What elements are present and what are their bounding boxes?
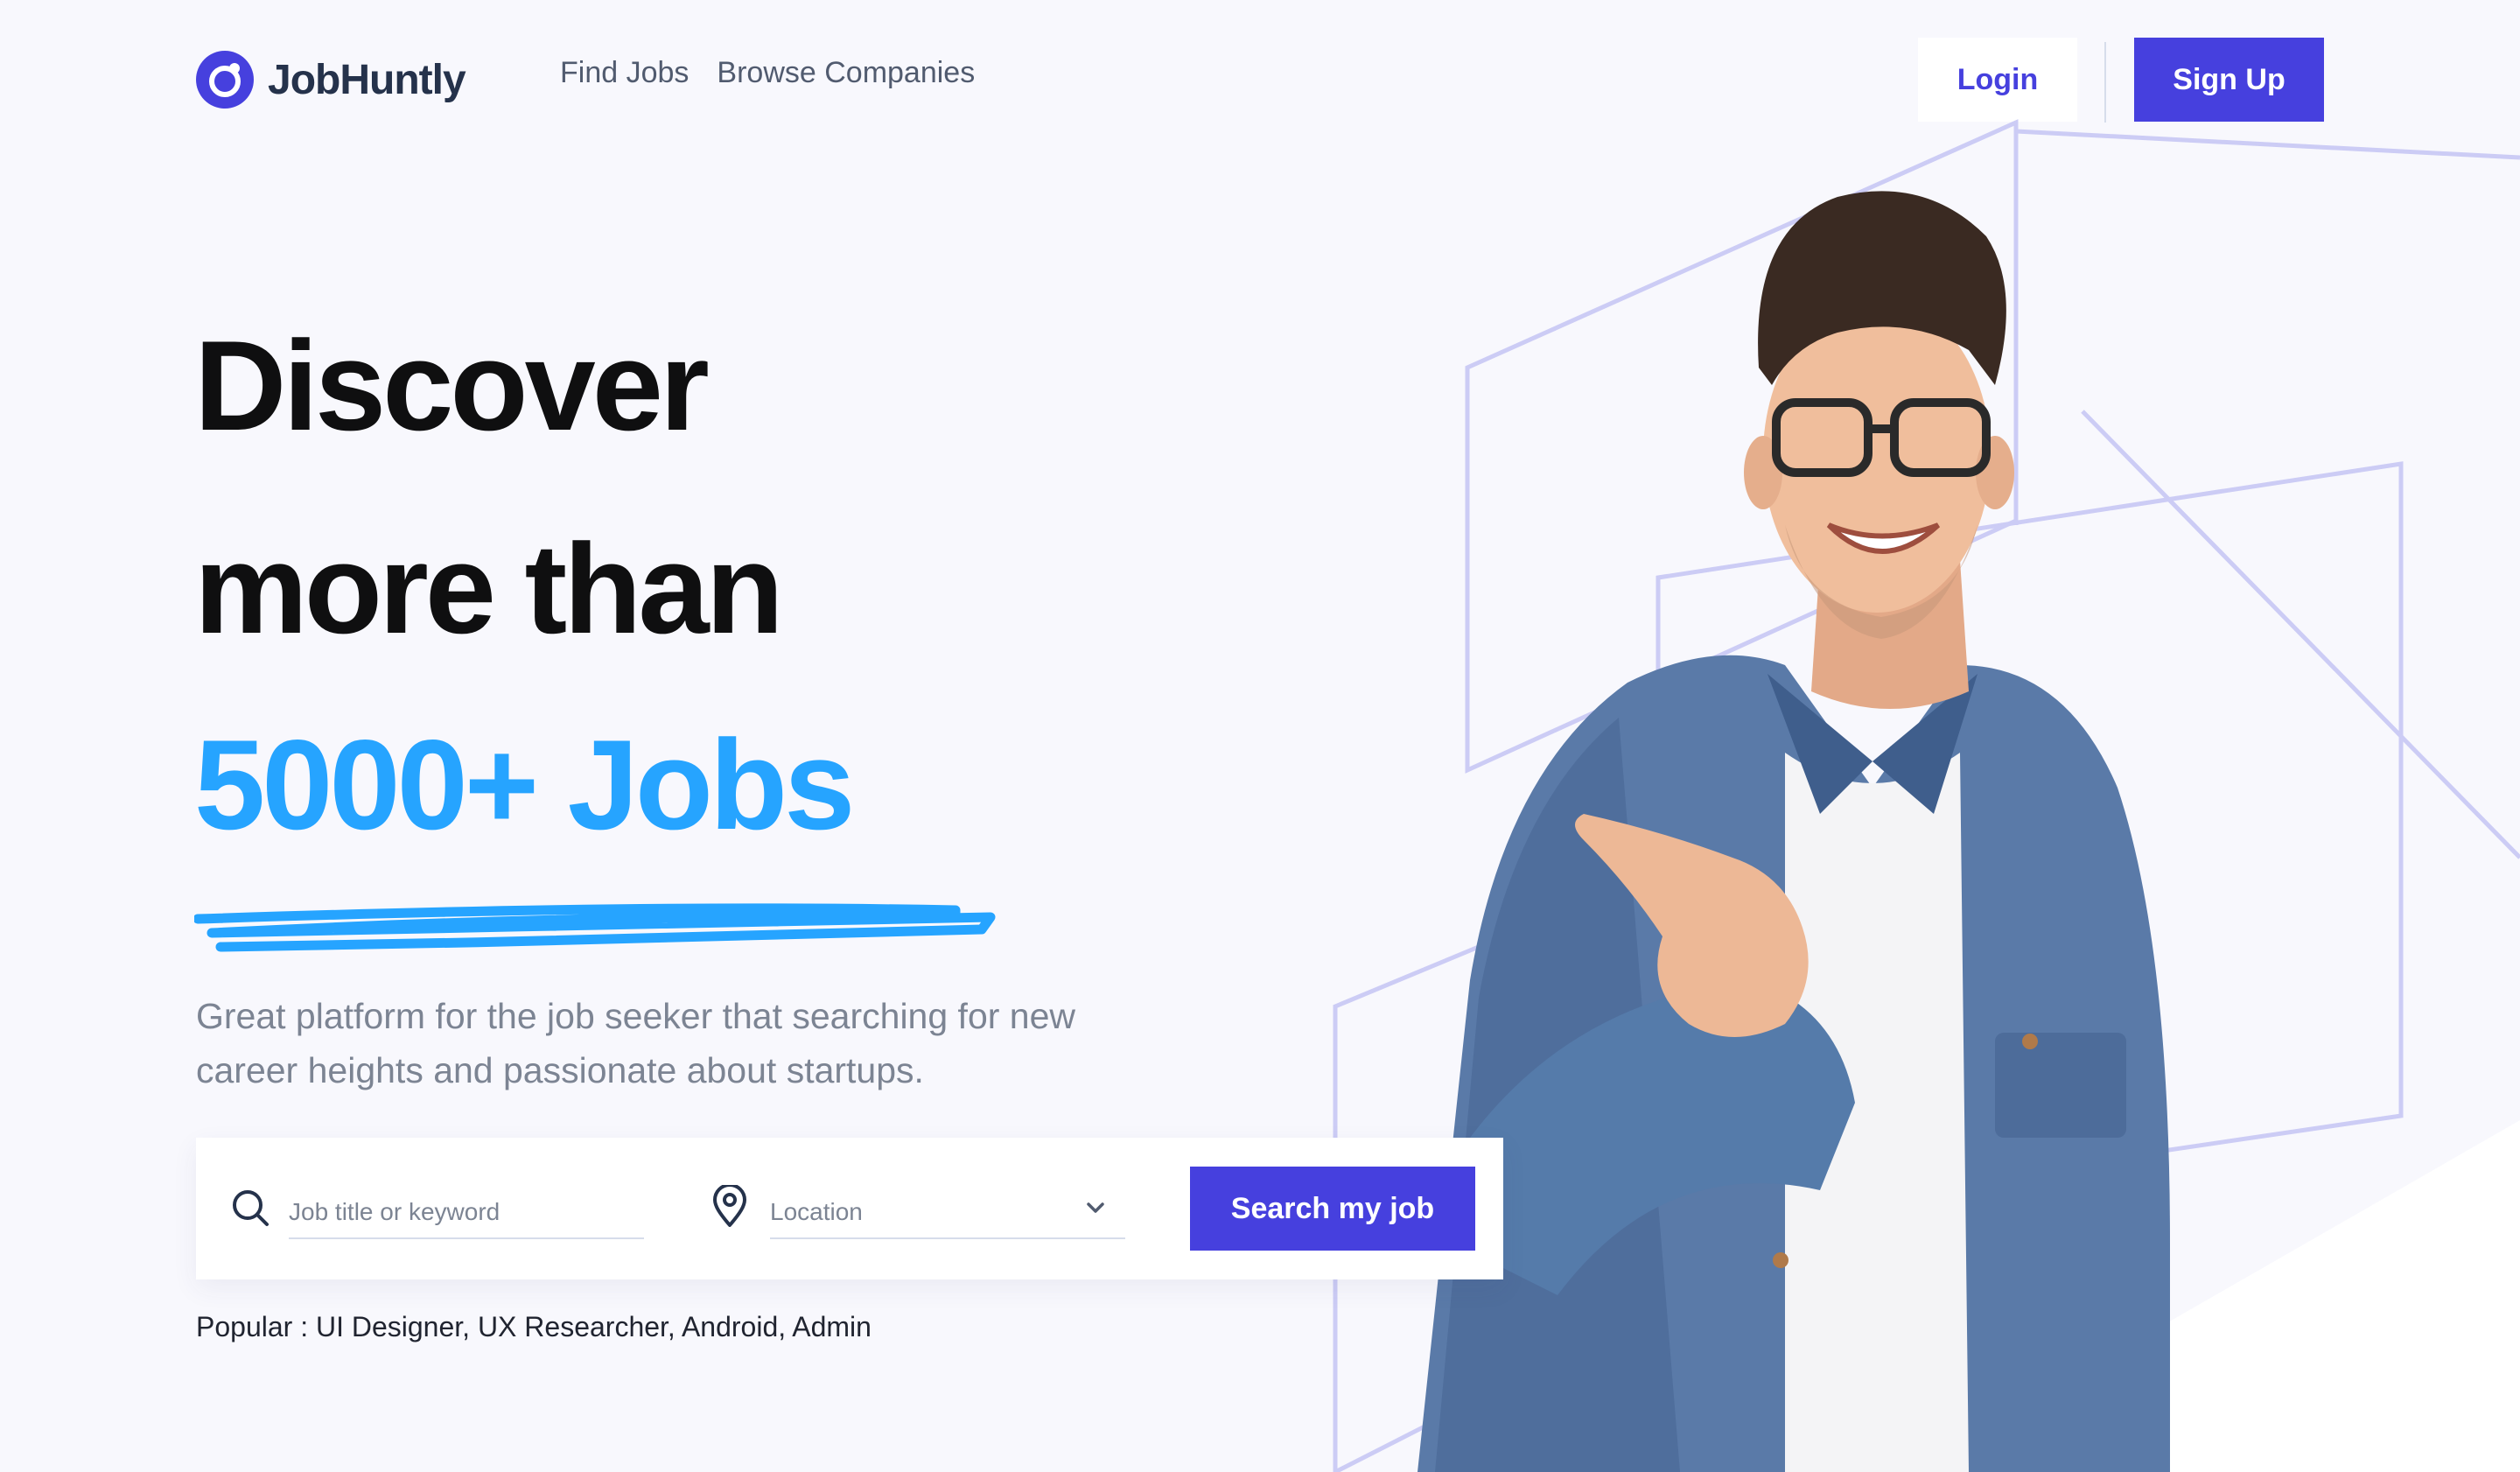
logo-icon: [196, 51, 254, 109]
location-pin-icon: [713, 1185, 746, 1227]
main-nav: Find Jobs Browse Companies: [560, 56, 975, 90]
nav-browse-companies[interactable]: Browse Companies: [717, 56, 975, 90]
popular-item-ui-designer[interactable]: UI Designer: [316, 1311, 462, 1342]
job-search-bar: Search my job: [196, 1138, 1503, 1279]
popular-item-android[interactable]: Android: [682, 1311, 778, 1342]
hero-heading-line-1: Discover: [194, 314, 710, 457]
logo-text: JobHuntly: [268, 56, 466, 103]
nav-find-jobs[interactable]: Find Jobs: [560, 56, 689, 90]
popular-label: Popular :: [196, 1311, 316, 1342]
hero-heading-line-2: more than: [194, 517, 784, 660]
scribble-underline: [194, 903, 996, 952]
location-input[interactable]: [770, 1190, 1125, 1239]
chevron-down-icon[interactable]: [1083, 1195, 1108, 1220]
search-my-job-button[interactable]: Search my job: [1190, 1167, 1475, 1251]
job-keyword-input[interactable]: [289, 1190, 644, 1239]
popular-searches: Popular : UI Designer, UX Researcher, An…: [196, 1311, 872, 1342]
logo[interactable]: JobHuntly: [196, 51, 466, 109]
hero-heading-highlight: 5000+ Jobs: [194, 713, 855, 856]
popular-item-ux-researcher[interactable]: UX Researcher: [478, 1311, 668, 1342]
hero-subtitle: Great platform for the job seeker that s…: [196, 996, 1076, 1090]
popular-item-admin[interactable]: Admin: [792, 1311, 872, 1342]
search-icon: [233, 1190, 269, 1226]
